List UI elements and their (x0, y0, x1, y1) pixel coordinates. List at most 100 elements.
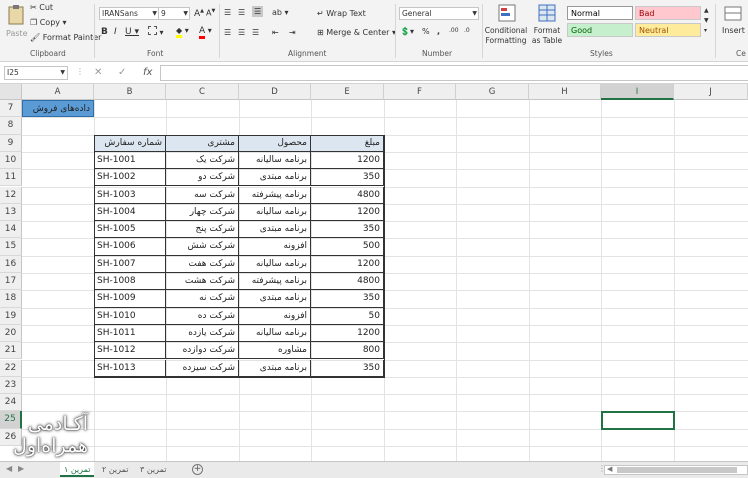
row-header-10[interactable]: 10 (0, 151, 22, 170)
sheet-tab-1[interactable]: تمرین ۱ (60, 462, 95, 477)
row-header-15[interactable]: 15 (0, 238, 22, 256)
merge-center-button[interactable]: ⊞ Merge & Center ▾ (317, 28, 396, 37)
style-normal[interactable]: Normal (567, 6, 633, 20)
active-cell-selection[interactable] (601, 411, 675, 430)
comma-button[interactable]: , (437, 27, 440, 36)
percent-button[interactable]: % (422, 27, 430, 36)
column-header-j[interactable]: J (674, 84, 748, 100)
orientation-button[interactable]: ab ▾ (272, 8, 289, 17)
separator (94, 4, 95, 58)
copy-button[interactable]: ❐ Copy ▾ (30, 18, 67, 27)
row-header-19[interactable]: 19 (0, 307, 22, 325)
row-header-18[interactable]: 18 (0, 290, 22, 308)
align-left-button[interactable]: ☰ (224, 28, 231, 37)
scroll-tabs-left[interactable]: ◀ (6, 464, 12, 473)
column-header-e[interactable]: E (311, 84, 384, 100)
column-header-f[interactable]: F (384, 84, 456, 100)
table-icon (538, 4, 556, 22)
borders-button[interactable]: ▾ (148, 26, 164, 37)
grow-font-button[interactable]: A▲ (194, 8, 204, 19)
row-header-20[interactable]: 20 (0, 324, 22, 343)
column-header-h[interactable]: H (529, 84, 601, 100)
style-good[interactable]: Good (567, 23, 633, 37)
insert-cells-button[interactable]: Insert (718, 4, 748, 46)
middle-align-button[interactable]: ☰ (238, 8, 245, 17)
decrease-decimal-button[interactable]: .0 (464, 27, 470, 34)
row-header-21[interactable]: 21 (0, 342, 22, 360)
align-right-button[interactable]: ☰ (252, 28, 259, 37)
sheet-title-cell[interactable]: داده‌های فروش (22, 100, 94, 118)
formula-input[interactable] (160, 65, 748, 81)
row-header-12[interactable]: 12 (0, 186, 22, 204)
format-as-table-button[interactable]: Format as Table (529, 4, 565, 46)
border-icon (148, 26, 157, 35)
row-header-16[interactable]: 16 (0, 255, 22, 273)
column-header-d[interactable]: D (239, 84, 311, 100)
insert-function-icon[interactable]: fx (143, 67, 152, 78)
bottom-align-button[interactable]: ☰ (252, 6, 264, 17)
font-name-select[interactable]: IRANSans ▼ (99, 7, 159, 20)
shrink-font-button[interactable]: A▼ (206, 8, 215, 18)
conditional-formatting-button[interactable]: Conditional Formatting (484, 4, 528, 46)
style-neutral[interactable]: Neutral (635, 23, 701, 37)
top-align-button[interactable]: ☰ (224, 8, 232, 17)
row-header-24[interactable]: 24 (0, 394, 22, 412)
increase-indent-button[interactable]: ⇥ (289, 28, 296, 37)
grid-column-line (674, 100, 675, 461)
format-painter-button[interactable]: 🖌 Format Painter (30, 33, 101, 42)
chevron-down-icon: ▼ (60, 69, 65, 76)
insert-icon (724, 6, 742, 21)
column-header-g[interactable]: G (456, 84, 529, 100)
grid-row-line (22, 394, 748, 396)
name-box[interactable]: I25 ▼ (4, 66, 68, 80)
fill-color-button[interactable]: ◆ ▾ (176, 26, 189, 38)
underline-button[interactable]: U ▾ (125, 27, 139, 37)
bold-button[interactable]: B (101, 27, 108, 37)
font-color-button[interactable]: A ▾ (199, 26, 212, 39)
sheet-tabs-bar: ◀ ▶ تمرین ۱ تمرین ۲ تمرین ۳ + ⋮ ◀ (0, 461, 748, 478)
row-header-11[interactable]: 11 (0, 169, 22, 187)
wrap-text-button[interactable]: ↵ Wrap Text (317, 9, 366, 18)
row-header-9[interactable]: 9 (0, 134, 22, 152)
column-header-b[interactable]: B (94, 84, 166, 100)
column-header-c[interactable]: C (166, 84, 239, 100)
align-center-button[interactable]: ☰ (238, 28, 245, 37)
row-header-17[interactable]: 17 (0, 273, 22, 291)
row-header-13[interactable]: 13 (0, 203, 22, 222)
paste-button[interactable]: Paste (4, 4, 28, 44)
sheet-tab-3[interactable]: تمرین ۳ (136, 462, 170, 477)
grid-column-line (529, 100, 530, 461)
row-header-22[interactable]: 22 (0, 359, 22, 377)
scroll-tabs-right[interactable]: ▶ (18, 464, 24, 473)
number-format-select[interactable]: General ▼ (399, 7, 479, 20)
select-all-corner[interactable] (0, 84, 22, 100)
add-sheet-icon[interactable]: + (192, 464, 203, 475)
horizontal-scrollbar[interactable]: ◀ (604, 465, 748, 475)
worksheet-grid[interactable]: ABCDEFGHIJ 7 8 9 10 11 12 13 14 15 16 17 18 19 20 21 22… (0, 84, 748, 461)
font-name-value: IRANSans (102, 9, 138, 18)
conditional-formatting-label: Conditional Formatting (484, 26, 528, 45)
row-header-7[interactable]: 7 (0, 100, 22, 118)
scroll-left-arrow[interactable]: ◀ (607, 465, 612, 473)
copy-label: Copy (39, 18, 61, 27)
decrease-indent-button[interactable]: ⇤ (272, 28, 279, 37)
row-header-14[interactable]: 14 (0, 221, 22, 239)
column-header-i[interactable]: I (601, 84, 674, 100)
format-painter-label: Format Painter (42, 33, 102, 42)
row-header-8[interactable]: 8 (0, 117, 22, 135)
cut-button[interactable]: ✂ Cut (30, 3, 53, 12)
scrollbar-thumb[interactable] (617, 467, 737, 473)
enter-icon[interactable]: ✓ (118, 67, 126, 78)
styles-group-label: Styles (590, 49, 613, 58)
cancel-icon[interactable]: ✕ (94, 67, 102, 78)
sheet-tab-2[interactable]: تمرین ۲ (98, 462, 132, 477)
accounting-button[interactable]: 💲▾ (400, 27, 414, 36)
row-header-23[interactable]: 23 (0, 376, 22, 395)
increase-decimal-button[interactable]: .00 (449, 27, 459, 34)
column-header-a[interactable]: A (22, 84, 94, 100)
style-bad[interactable]: Bad (635, 6, 701, 20)
italic-button[interactable]: I (114, 27, 117, 37)
number-format-value: General (402, 9, 432, 18)
styles-scroll[interactable]: ▲ ▼ ▾ (704, 6, 709, 36)
font-size-select[interactable]: 9 ▼ (158, 7, 190, 20)
